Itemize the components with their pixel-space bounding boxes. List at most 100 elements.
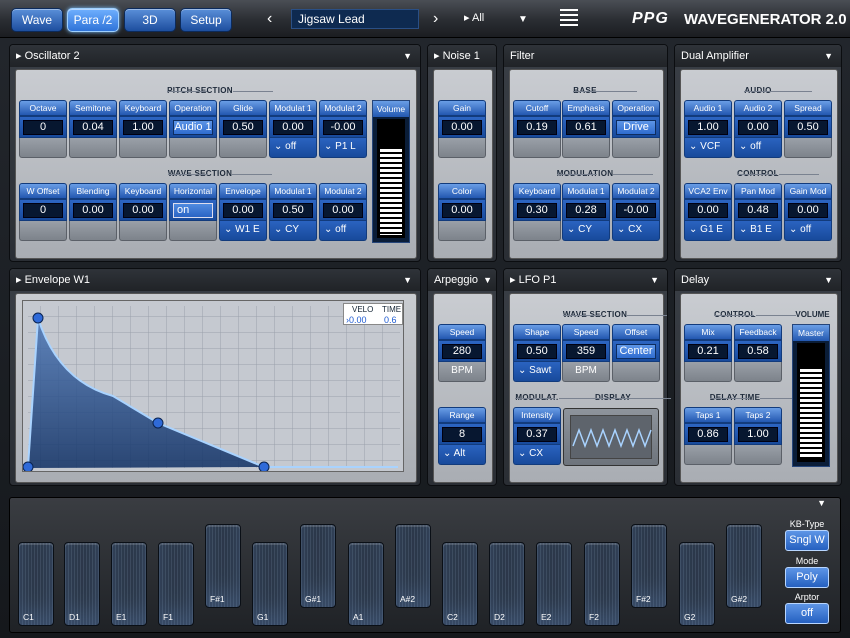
piano-key[interactable]: A1 xyxy=(348,542,384,626)
piano-key[interactable]: F1 xyxy=(158,542,194,626)
wave-control[interactable]: Modulat 1 0.50 ⌄ CY xyxy=(269,183,317,241)
pitch-control[interactable]: Octave 0 xyxy=(19,100,67,158)
filter-base-control[interactable]: Operation Drive xyxy=(612,100,660,158)
amp-control-control[interactable]: Gain Mod 0.00 ⌄ off xyxy=(784,183,832,241)
panel-header[interactable]: ▸ Oscillator 2 ▼ xyxy=(10,45,420,67)
lfo-offset-control[interactable]: Offset Center xyxy=(612,324,660,382)
wave-control[interactable]: Keyboard 0.00 xyxy=(119,183,167,241)
control-foot[interactable]: ⌄ CY xyxy=(269,221,317,241)
tab-3d[interactable]: 3D xyxy=(124,8,176,32)
pitch-control[interactable]: Semitone 0.04 xyxy=(69,100,117,158)
control-foot[interactable]: ⌄ G1 E xyxy=(684,221,732,241)
lfo-intensity-control[interactable]: Intensity 0.37 ⌄ CX xyxy=(513,407,561,465)
tab-setup[interactable]: Setup xyxy=(180,8,232,32)
control-foot[interactable]: ⌄ off xyxy=(734,138,782,158)
piano-key-sharp[interactable]: G#1 xyxy=(300,524,336,608)
control-value[interactable]: Audio 1 xyxy=(173,120,213,135)
amp-audio-control[interactable]: Audio 2 0.00 ⌄ off xyxy=(734,100,782,158)
control-foot[interactable]: ⌄ CX xyxy=(612,221,660,241)
control-foot[interactable]: ⌄ Sawt xyxy=(513,362,561,382)
pitch-control[interactable]: Glide 0.50 xyxy=(219,100,267,158)
control-foot[interactable]: ⌄ B1 E xyxy=(734,221,782,241)
pitch-control[interactable]: Operation Audio 1 xyxy=(169,100,217,158)
piano-key-sharp[interactable]: A#2 xyxy=(395,524,431,608)
arptor-button[interactable]: off xyxy=(785,603,829,624)
envelope-curve-svg[interactable] xyxy=(22,301,403,473)
control-foot[interactable]: ⌄ off xyxy=(269,138,317,158)
lfo-shape-control[interactable]: Shape 0.50 ⌄ Sawt xyxy=(513,324,561,382)
envelope-node[interactable] xyxy=(22,461,34,473)
piano-key[interactable]: E2 xyxy=(536,542,572,626)
kbtype-button[interactable]: Sngl W xyxy=(785,530,829,551)
chevron-down-icon[interactable]: ▼ xyxy=(650,269,659,291)
control-foot[interactable]: ⌄ Alt xyxy=(438,445,486,465)
arp-speed-control[interactable]: Speed 280 BPM xyxy=(438,324,486,382)
arp-range-control[interactable]: Range 8 ⌄ Alt xyxy=(438,407,486,465)
pitch-control[interactable]: Keyboard 1.00 xyxy=(119,100,167,158)
amp-control-control[interactable]: VCA2 Env 0.00 ⌄ G1 E xyxy=(684,183,732,241)
control-foot[interactable]: ⌄ W1 E xyxy=(219,221,267,241)
panel-header[interactable]: Delay ▼ xyxy=(675,269,841,291)
delay-taps2-control[interactable]: Taps 2 1.00 xyxy=(734,407,782,465)
control-foot[interactable]: ⌄ CY xyxy=(562,221,610,241)
piano-key-sharp[interactable]: F#1 xyxy=(205,524,241,608)
piano-key[interactable]: D1 xyxy=(64,542,100,626)
filter-base-control[interactable]: Cutoff 0.19 xyxy=(513,100,561,158)
amp-audio-control[interactable]: Spread 0.50 xyxy=(784,100,832,158)
wave-control[interactable]: Modulat 2 0.00 ⌄ off xyxy=(319,183,367,241)
category-filter[interactable]: ▸ All xyxy=(464,11,484,24)
control-foot[interactable]: ⌄ off xyxy=(319,221,367,241)
next-preset-icon[interactable]: › xyxy=(433,10,438,28)
control-value[interactable]: Center xyxy=(616,344,656,359)
control-foot[interactable]: ⌄ P1 L xyxy=(319,138,367,158)
tab-para[interactable]: Para /2 xyxy=(67,8,119,32)
envelope-node[interactable] xyxy=(152,417,164,429)
chevron-down-icon[interactable]: ▼ xyxy=(518,11,528,29)
panel-header[interactable]: ▸ LFO P1 ▼ xyxy=(504,269,667,291)
tab-wave[interactable]: Wave xyxy=(11,8,63,32)
prev-preset-icon[interactable]: ‹ xyxy=(267,10,272,28)
chevron-down-icon[interactable]: ▼ xyxy=(824,45,833,67)
panel-header[interactable]: ▸ Noise 1 xyxy=(428,45,496,67)
noise-gain-control[interactable]: Gain 0.00 xyxy=(438,100,486,158)
chevron-down-icon[interactable]: ▼ xyxy=(824,269,833,291)
chevron-down-icon[interactable]: ▼ xyxy=(817,498,826,508)
mode-button[interactable]: Poly xyxy=(785,567,829,588)
delay-mix-control[interactable]: Mix 0.21 xyxy=(684,324,732,382)
wave-control[interactable]: Envelope 0.00 ⌄ W1 E xyxy=(219,183,267,241)
amp-audio-control[interactable]: Audio 1 1.00 ⌄ VCF xyxy=(684,100,732,158)
panel-header[interactable]: Dual Amplifier ▼ xyxy=(675,45,841,67)
menu-icon[interactable] xyxy=(560,9,578,29)
wave-control[interactable]: Horizontal on xyxy=(169,183,217,241)
pitch-control[interactable]: Modulat 1 0.00 ⌄ off xyxy=(269,100,317,158)
piano-key[interactable]: D2 xyxy=(489,542,525,626)
master-volume-slider[interactable]: Master xyxy=(792,324,830,467)
panel-header[interactable]: ▸ Envelope W1 ▼ xyxy=(10,269,420,291)
panel-header[interactable]: Filter xyxy=(504,45,667,67)
noise-color-control[interactable]: Color 0.00 xyxy=(438,183,486,241)
pitch-control[interactable]: Modulat 2 -0.00 ⌄ P1 L xyxy=(319,100,367,158)
volume-slider[interactable]: Volume xyxy=(372,100,410,243)
delay-feedback-control[interactable]: Feedback 0.58 xyxy=(734,324,782,382)
wave-control[interactable]: Blending 0.00 xyxy=(69,183,117,241)
envelope-node[interactable] xyxy=(258,461,270,473)
piano-key[interactable]: C1 xyxy=(18,542,54,626)
chevron-down-icon[interactable]: ▼ xyxy=(403,45,412,67)
control-value[interactable]: on xyxy=(173,203,213,218)
filter-mod-control[interactable]: Modulat 1 0.28 ⌄ CY xyxy=(562,183,610,241)
amp-control-control[interactable]: Pan Mod 0.48 ⌄ B1 E xyxy=(734,183,782,241)
lfo-speed-control[interactable]: Speed 359 BPM xyxy=(562,324,610,382)
envelope-graph[interactable]: VELO TIME ›0.00 0.6 xyxy=(22,300,404,473)
piano-key[interactable]: E1 xyxy=(111,542,147,626)
piano-key-sharp[interactable]: F#2 xyxy=(631,524,667,608)
panel-header[interactable]: Arpeggio ▼ xyxy=(428,269,496,291)
preset-name[interactable]: Jigsaw Lead xyxy=(291,9,419,29)
piano-key[interactable]: G2 xyxy=(679,542,715,626)
control-foot[interactable]: ⌄ CX xyxy=(513,445,561,465)
control-foot[interactable]: ⌄ off xyxy=(784,221,832,241)
filter-mod-control[interactable]: Modulat 2 -0.00 ⌄ CX xyxy=(612,183,660,241)
filter-base-control[interactable]: Emphasis 0.61 xyxy=(562,100,610,158)
control-value[interactable]: Drive xyxy=(616,120,656,135)
piano-key[interactable]: C2 xyxy=(442,542,478,626)
chevron-down-icon[interactable]: ▼ xyxy=(403,269,412,291)
